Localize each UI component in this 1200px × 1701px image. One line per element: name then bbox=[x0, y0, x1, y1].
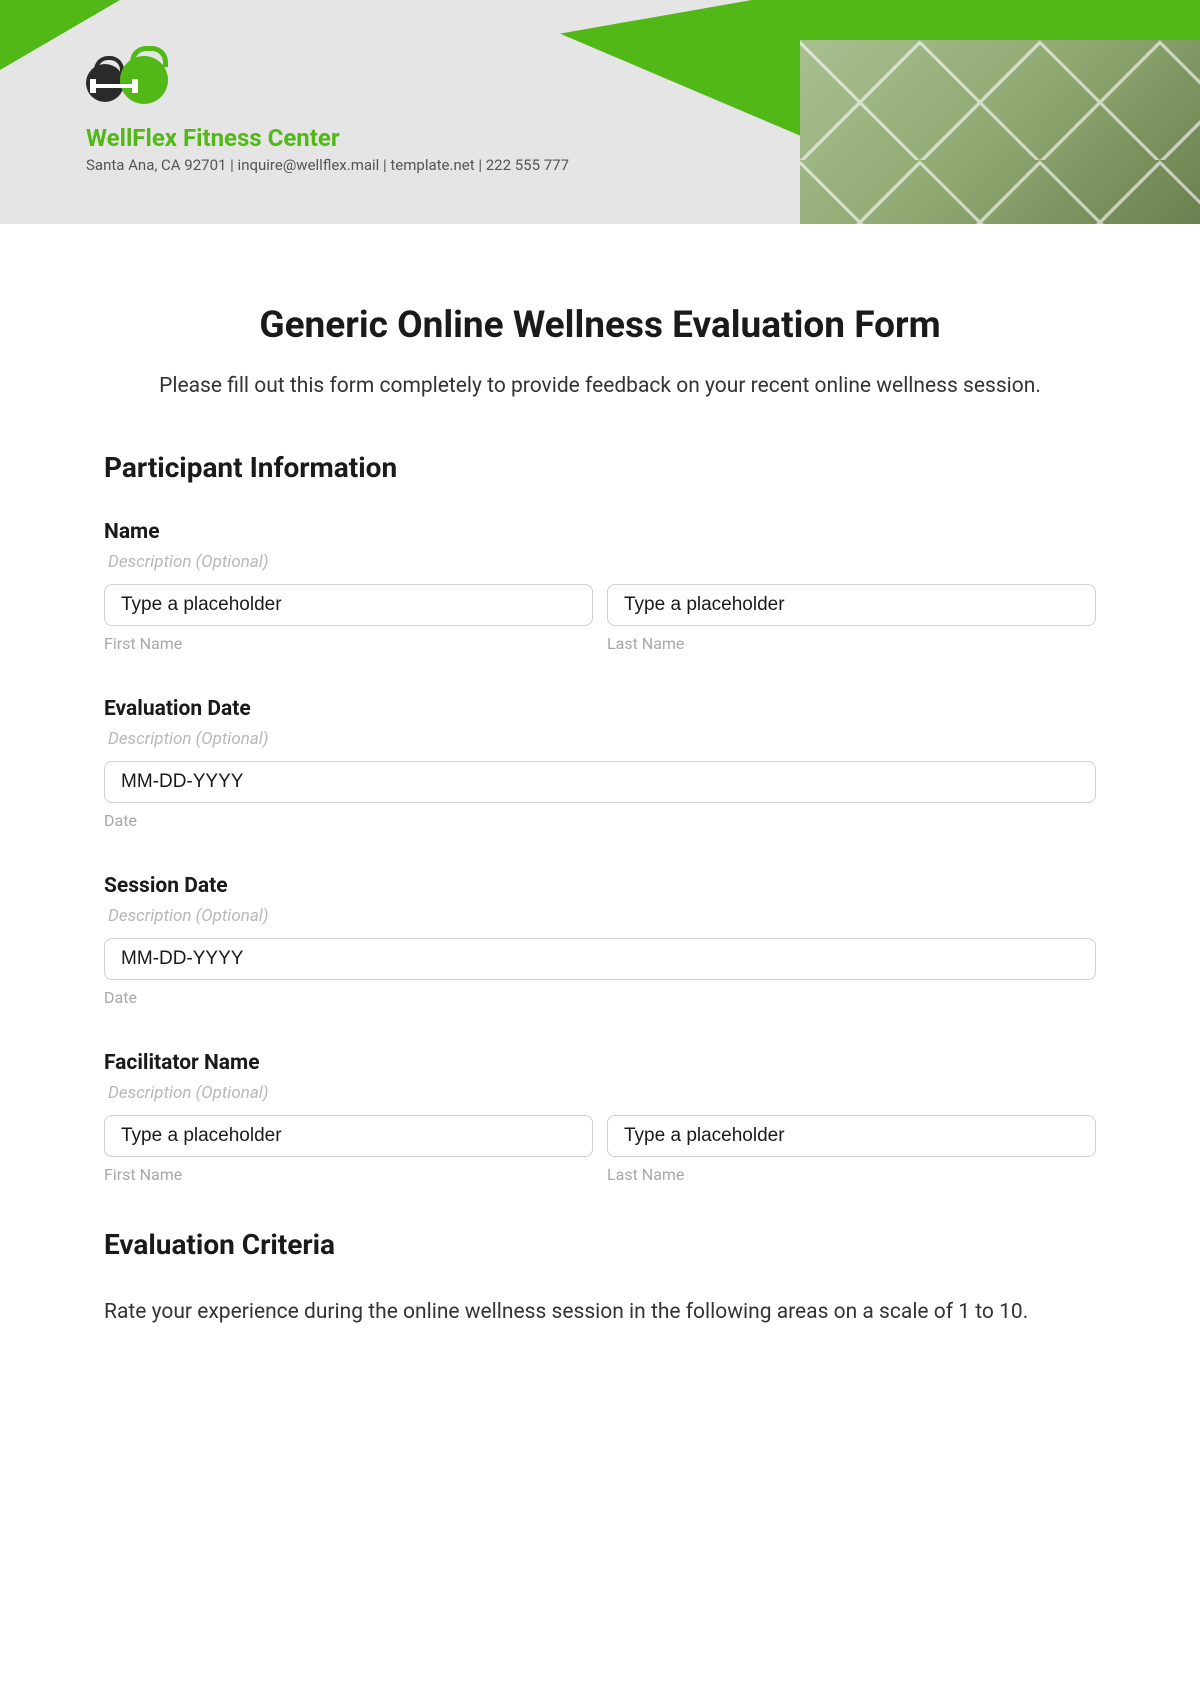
field-eval-date: Evaluation Date Description (Optional) D… bbox=[104, 697, 1096, 830]
logo-icon bbox=[86, 56, 182, 112]
brand-block: WellFlex Fitness Center Santa Ana, CA 92… bbox=[86, 56, 569, 174]
page-header: WellFlex Fitness Center Santa Ana, CA 92… bbox=[0, 0, 1200, 224]
facilitator-first-sublabel: First Name bbox=[104, 1165, 593, 1184]
facilitator-last-name-input[interactable] bbox=[607, 1115, 1096, 1157]
field-facilitator-label: Facilitator Name bbox=[104, 1051, 1096, 1075]
field-session-date-label: Session Date bbox=[104, 874, 1096, 898]
section-criteria-title: Evaluation Criteria bbox=[104, 1228, 1096, 1261]
session-date-sublabel: Date bbox=[104, 988, 1096, 1007]
facilitator-first-name-input[interactable] bbox=[104, 1115, 593, 1157]
brand-contact: Santa Ana, CA 92701 | inquire@wellflex.m… bbox=[86, 156, 569, 174]
last-name-sublabel: Last Name bbox=[607, 634, 1096, 653]
header-photo bbox=[800, 40, 1200, 224]
field-name: Name Description (Optional) First Name L… bbox=[104, 520, 1096, 653]
field-session-date: Session Date Description (Optional) Date bbox=[104, 874, 1096, 1007]
field-eval-date-desc: Description (Optional) bbox=[104, 729, 1096, 749]
field-facilitator-desc: Description (Optional) bbox=[104, 1083, 1096, 1103]
facilitator-last-sublabel: Last Name bbox=[607, 1165, 1096, 1184]
eval-date-input[interactable] bbox=[104, 761, 1096, 803]
field-session-date-desc: Description (Optional) bbox=[104, 906, 1096, 926]
first-name-input[interactable] bbox=[104, 584, 593, 626]
content-area: Generic Online Wellness Evaluation Form … bbox=[0, 224, 1200, 1368]
field-name-label: Name bbox=[104, 520, 1096, 544]
field-facilitator: Facilitator Name Description (Optional) … bbox=[104, 1051, 1096, 1184]
page-intro: Please fill out this form completely to … bbox=[104, 371, 1096, 403]
first-name-sublabel: First Name bbox=[104, 634, 593, 653]
section-criteria-desc: Rate your experience during the online w… bbox=[104, 1297, 1096, 1329]
last-name-input[interactable] bbox=[607, 584, 1096, 626]
session-date-input[interactable] bbox=[104, 938, 1096, 980]
page-title: Generic Online Wellness Evaluation Form bbox=[104, 304, 1096, 347]
section-participant-title: Participant Information bbox=[104, 451, 1096, 484]
eval-date-sublabel: Date bbox=[104, 811, 1096, 830]
field-name-desc: Description (Optional) bbox=[104, 552, 1096, 572]
brand-name: WellFlex Fitness Center bbox=[86, 124, 569, 152]
field-eval-date-label: Evaluation Date bbox=[104, 697, 1096, 721]
